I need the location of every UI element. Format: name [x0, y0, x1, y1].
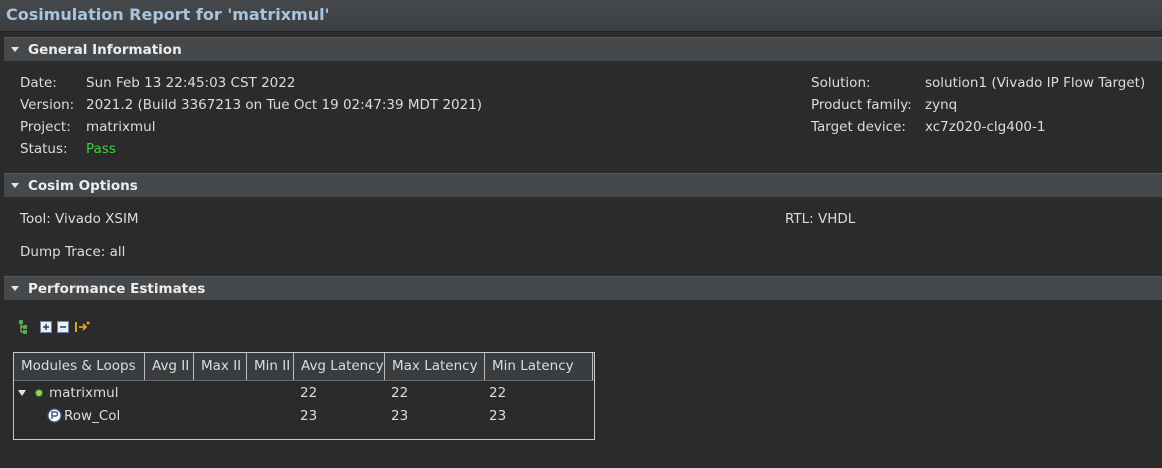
loop-name: Row_Col — [64, 408, 121, 424]
max-latency-value: 22 — [391, 385, 409, 401]
product-family-value: zynq — [925, 97, 958, 113]
section-title: Performance Estimates — [28, 280, 206, 297]
module-dot-icon — [35, 389, 43, 397]
tool-option: Tool: Vivado XSIM — [20, 211, 139, 227]
report-title-bar: Cosimulation Report for 'matrixmul' — [0, 0, 1162, 32]
table-row[interactable]: matrixmul 22 22 22 — [14, 384, 593, 404]
expand-all-icon[interactable] — [40, 321, 52, 333]
collapse-triangle-icon[interactable] — [11, 286, 19, 291]
column-header-max-ii[interactable]: Max II — [194, 353, 247, 380]
column-header-min-ii[interactable]: Min II — [247, 353, 294, 380]
version-value: 2021.2 (Build 3367213 on Tue Oct 19 02:4… — [86, 97, 483, 113]
avg-latency-value: 23 — [300, 408, 318, 424]
dump-trace-option: Dump Trace: all — [20, 244, 126, 260]
version-label: Version: — [20, 97, 75, 113]
collapse-triangle-icon[interactable] — [11, 47, 19, 52]
min-latency-value: 22 — [489, 385, 507, 401]
status-value: Pass — [86, 141, 116, 157]
column-header-avg-ii[interactable]: Avg II — [145, 353, 194, 380]
tree-toggle-icon[interactable] — [16, 319, 30, 335]
solution-label: Solution: — [811, 75, 871, 91]
min-latency-value: 23 — [489, 408, 507, 424]
collapse-all-icon[interactable] — [57, 321, 69, 333]
performance-table: Modules & Loops Avg II Max II Min II Avg… — [13, 352, 595, 440]
solution-value: solution1 (Vivado IP Flow Target) — [925, 75, 1146, 91]
status-label: Status: — [20, 141, 68, 157]
project-value: matrixmul — [86, 119, 156, 135]
collapse-triangle-icon[interactable] — [11, 183, 19, 188]
expand-triangle-icon[interactable] — [18, 390, 26, 396]
max-latency-value: 23 — [391, 408, 409, 424]
section-cosim-options[interactable]: Cosim Options — [4, 173, 1162, 197]
product-family-label: Product family: — [811, 97, 912, 113]
loop-icon — [47, 408, 62, 423]
report-title: Cosimulation Report for 'matrixmul' — [6, 5, 330, 24]
rtl-option: RTL: VHDL — [785, 211, 856, 227]
column-header-min-latency[interactable]: Min Latency — [485, 353, 593, 380]
section-title: Cosim Options — [28, 177, 138, 194]
column-header-max-latency[interactable]: Max Latency — [385, 353, 485, 380]
goto-source-icon[interactable] — [74, 320, 90, 334]
table-row[interactable]: Row_Col 23 23 23 — [14, 407, 593, 427]
column-header-modules-loops[interactable]: Modules & Loops — [14, 353, 145, 380]
project-label: Project: — [20, 119, 71, 135]
module-name: matrixmul — [49, 385, 119, 401]
target-device-value: xc7z020-clg400-1 — [925, 119, 1046, 135]
section-performance-estimates[interactable]: Performance Estimates — [4, 276, 1162, 300]
section-general-information[interactable]: General Information — [4, 37, 1162, 61]
avg-latency-value: 22 — [300, 385, 318, 401]
target-device-label: Target device: — [811, 119, 906, 135]
date-label: Date: — [20, 75, 57, 91]
column-header-avg-latency[interactable]: Avg Latency — [294, 353, 385, 380]
date-value: Sun Feb 13 22:45:03 CST 2022 — [86, 75, 296, 91]
section-title: General Information — [28, 41, 182, 58]
